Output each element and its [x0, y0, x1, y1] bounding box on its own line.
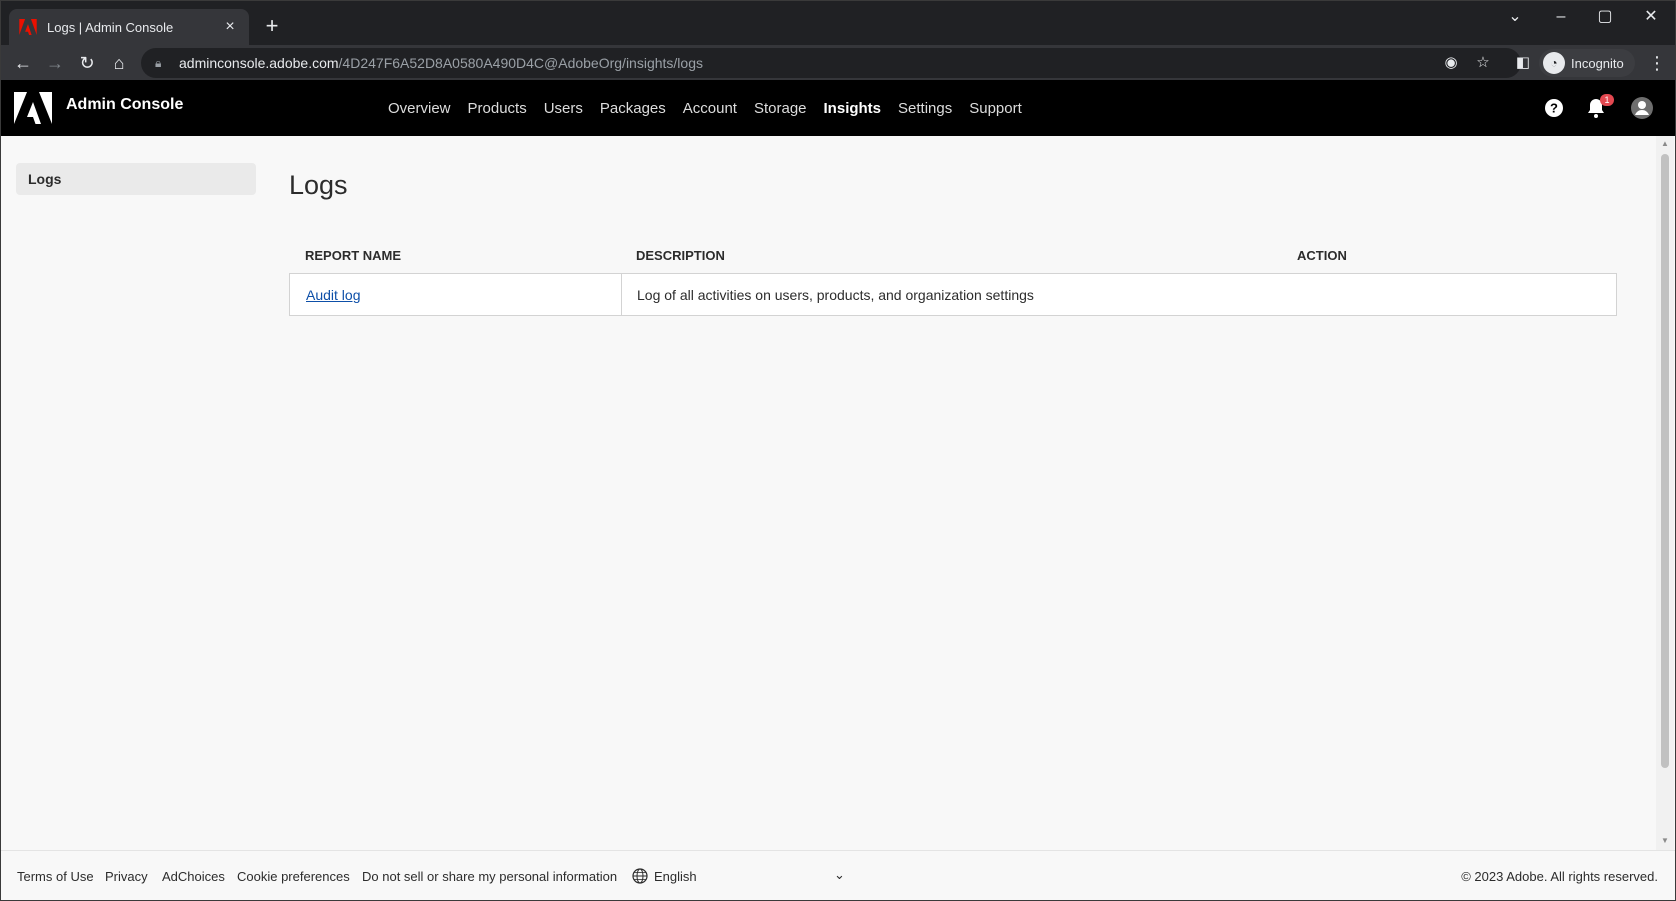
- address-bar[interactable]: 🔒︎ adminconsole.adobe.com/4D247F6A52D8A0…: [141, 48, 1521, 78]
- adobe-logo-icon[interactable]: [14, 92, 52, 124]
- copyright: © 2023 Adobe. All rights reserved.: [1461, 869, 1658, 884]
- column-header-action: ACTION: [1297, 248, 1347, 263]
- url-host: adminconsole.adobe.com: [179, 55, 339, 71]
- help-icon[interactable]: ?: [1542, 96, 1566, 120]
- scroll-down-icon[interactable]: ▼: [1660, 836, 1670, 845]
- footer-link-cookie-preferences[interactable]: Cookie preferences: [237, 869, 350, 884]
- svg-text:?: ?: [1550, 101, 1558, 116]
- nav-packages[interactable]: Packages: [600, 100, 666, 117]
- notification-badge: 1: [1600, 94, 1614, 106]
- bookmark-star-icon[interactable]: ☆: [1469, 48, 1497, 78]
- scrollbar-thumb[interactable]: [1661, 154, 1669, 768]
- browser-toolbar: ← → ↻ ⌂ 🔒︎ adminconsole.adobe.com/4D247F…: [1, 45, 1675, 81]
- footer-link-adchoices[interactable]: AdChoices: [162, 869, 225, 884]
- maximize-icon[interactable]: ▢: [1585, 5, 1625, 29]
- page-title: Logs: [289, 170, 348, 200]
- nav-products[interactable]: Products: [468, 100, 527, 117]
- nav-storage[interactable]: Storage: [754, 100, 807, 117]
- tracking-protection-icon[interactable]: ◉: [1437, 48, 1465, 78]
- nav-account[interactable]: Account: [683, 100, 737, 117]
- nav-insights[interactable]: Insights: [824, 100, 882, 117]
- browser-menu-icon[interactable]: ⋮: [1645, 49, 1669, 77]
- browser-chrome: Logs | Admin Console × + ⌄ – ▢ ✕ ← → ↻ ⌂…: [0, 0, 1676, 81]
- tab-title: Logs | Admin Console: [47, 19, 174, 35]
- incognito-button[interactable]: ◔ Incognito: [1539, 49, 1635, 77]
- user-avatar-icon[interactable]: [1630, 96, 1654, 120]
- tab-strip: Logs | Admin Console × + ⌄ – ▢ ✕: [1, 1, 1675, 45]
- home-icon[interactable]: ⌂: [105, 49, 133, 77]
- footer-link-do-not-sell[interactable]: Do not sell or share my personal informa…: [362, 869, 617, 884]
- audit-log-link[interactable]: Audit log: [306, 287, 360, 303]
- back-icon[interactable]: ←: [9, 49, 37, 77]
- app-header: Admin Console Overview Products Users Pa…: [0, 80, 1676, 136]
- column-divider: [621, 274, 622, 315]
- adobe-favicon-icon: [19, 19, 37, 35]
- nav-settings[interactable]: Settings: [898, 100, 952, 117]
- table-row: Audit log Log of all activities on users…: [289, 273, 1617, 316]
- row-description: Log of all activities on users, products…: [637, 287, 1034, 303]
- lock-icon: 🔒︎: [155, 55, 162, 70]
- column-header-description: DESCRIPTION: [636, 248, 725, 263]
- globe-icon: [632, 868, 648, 884]
- nav-overview[interactable]: Overview: [388, 100, 451, 117]
- tab-search-icon[interactable]: ⌄: [1495, 5, 1535, 29]
- table-header: REPORT NAME DESCRIPTION ACTION: [289, 240, 1617, 270]
- incognito-label: Incognito: [1571, 55, 1624, 71]
- nav-support[interactable]: Support: [969, 100, 1022, 117]
- footer-link-privacy[interactable]: Privacy: [105, 869, 148, 884]
- page-footer: Terms of Use Privacy AdChoices Cookie pr…: [0, 850, 1676, 901]
- window-close-icon[interactable]: ✕: [1631, 5, 1671, 29]
- tab-close-icon[interactable]: ×: [221, 18, 239, 36]
- side-panel-icon[interactable]: ◧: [1509, 48, 1537, 78]
- url-path: /4D247F6A52D8A0580A490D4C@AdobeOrg/insig…: [338, 55, 703, 71]
- nav-users[interactable]: Users: [544, 100, 583, 117]
- column-header-report-name: REPORT NAME: [305, 248, 402, 263]
- forward-icon[interactable]: →: [41, 49, 69, 77]
- incognito-icon: ◔: [1543, 52, 1565, 74]
- app-name[interactable]: Admin Console: [66, 96, 183, 114]
- new-tab-button[interactable]: +: [259, 13, 285, 39]
- scroll-up-icon[interactable]: ▲: [1660, 139, 1670, 148]
- browser-tab[interactable]: Logs | Admin Console ×: [9, 9, 249, 45]
- sidebar-item-logs[interactable]: Logs: [16, 163, 256, 195]
- page-scrollbar[interactable]: ▲ ▼: [1656, 136, 1674, 850]
- footer-link-terms[interactable]: Terms of Use: [17, 869, 94, 884]
- language-selector[interactable]: English: [654, 869, 697, 884]
- main-nav: Overview Products Users Packages Account…: [388, 80, 1039, 136]
- minimize-icon[interactable]: –: [1541, 5, 1581, 29]
- chevron-down-icon[interactable]: ⌄: [834, 867, 845, 883]
- reload-icon[interactable]: ↻: [73, 49, 101, 77]
